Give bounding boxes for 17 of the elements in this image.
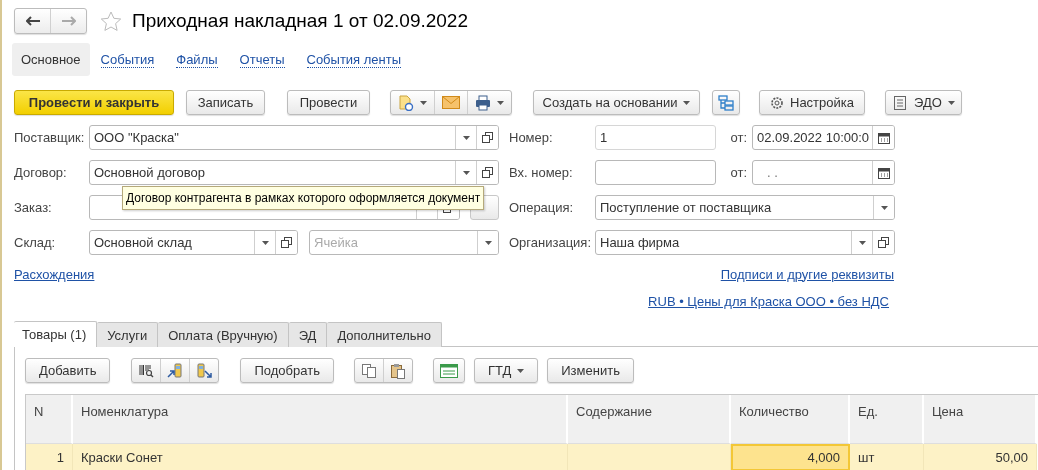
field-label: Организация: xyxy=(509,235,593,250)
field-label: Номер: xyxy=(509,130,554,145)
field-label: Заказ: xyxy=(14,200,53,215)
field-label: Поставщик: xyxy=(14,130,86,145)
field-label: от: xyxy=(729,165,748,180)
field-label: Операция: xyxy=(509,200,575,215)
field-label: Склад: xyxy=(14,235,57,250)
window-title: Приходная накладная 1 от 02.09.2022 xyxy=(132,10,468,32)
table-cell: шт xyxy=(850,444,924,470)
table-cell: 4,000 xyxy=(731,444,850,470)
table-cell: 50,00 xyxy=(924,444,1037,470)
table-cell: Краски Сонет xyxy=(73,444,568,470)
field-label: Договор: xyxy=(14,165,68,180)
table-cell: 1 xyxy=(26,444,73,470)
field-label: от: xyxy=(729,130,748,145)
tooltip: Договор контрагента в рамках которого оформляется документ xyxy=(122,186,485,210)
field-label: Вх. номер: xyxy=(509,165,574,180)
